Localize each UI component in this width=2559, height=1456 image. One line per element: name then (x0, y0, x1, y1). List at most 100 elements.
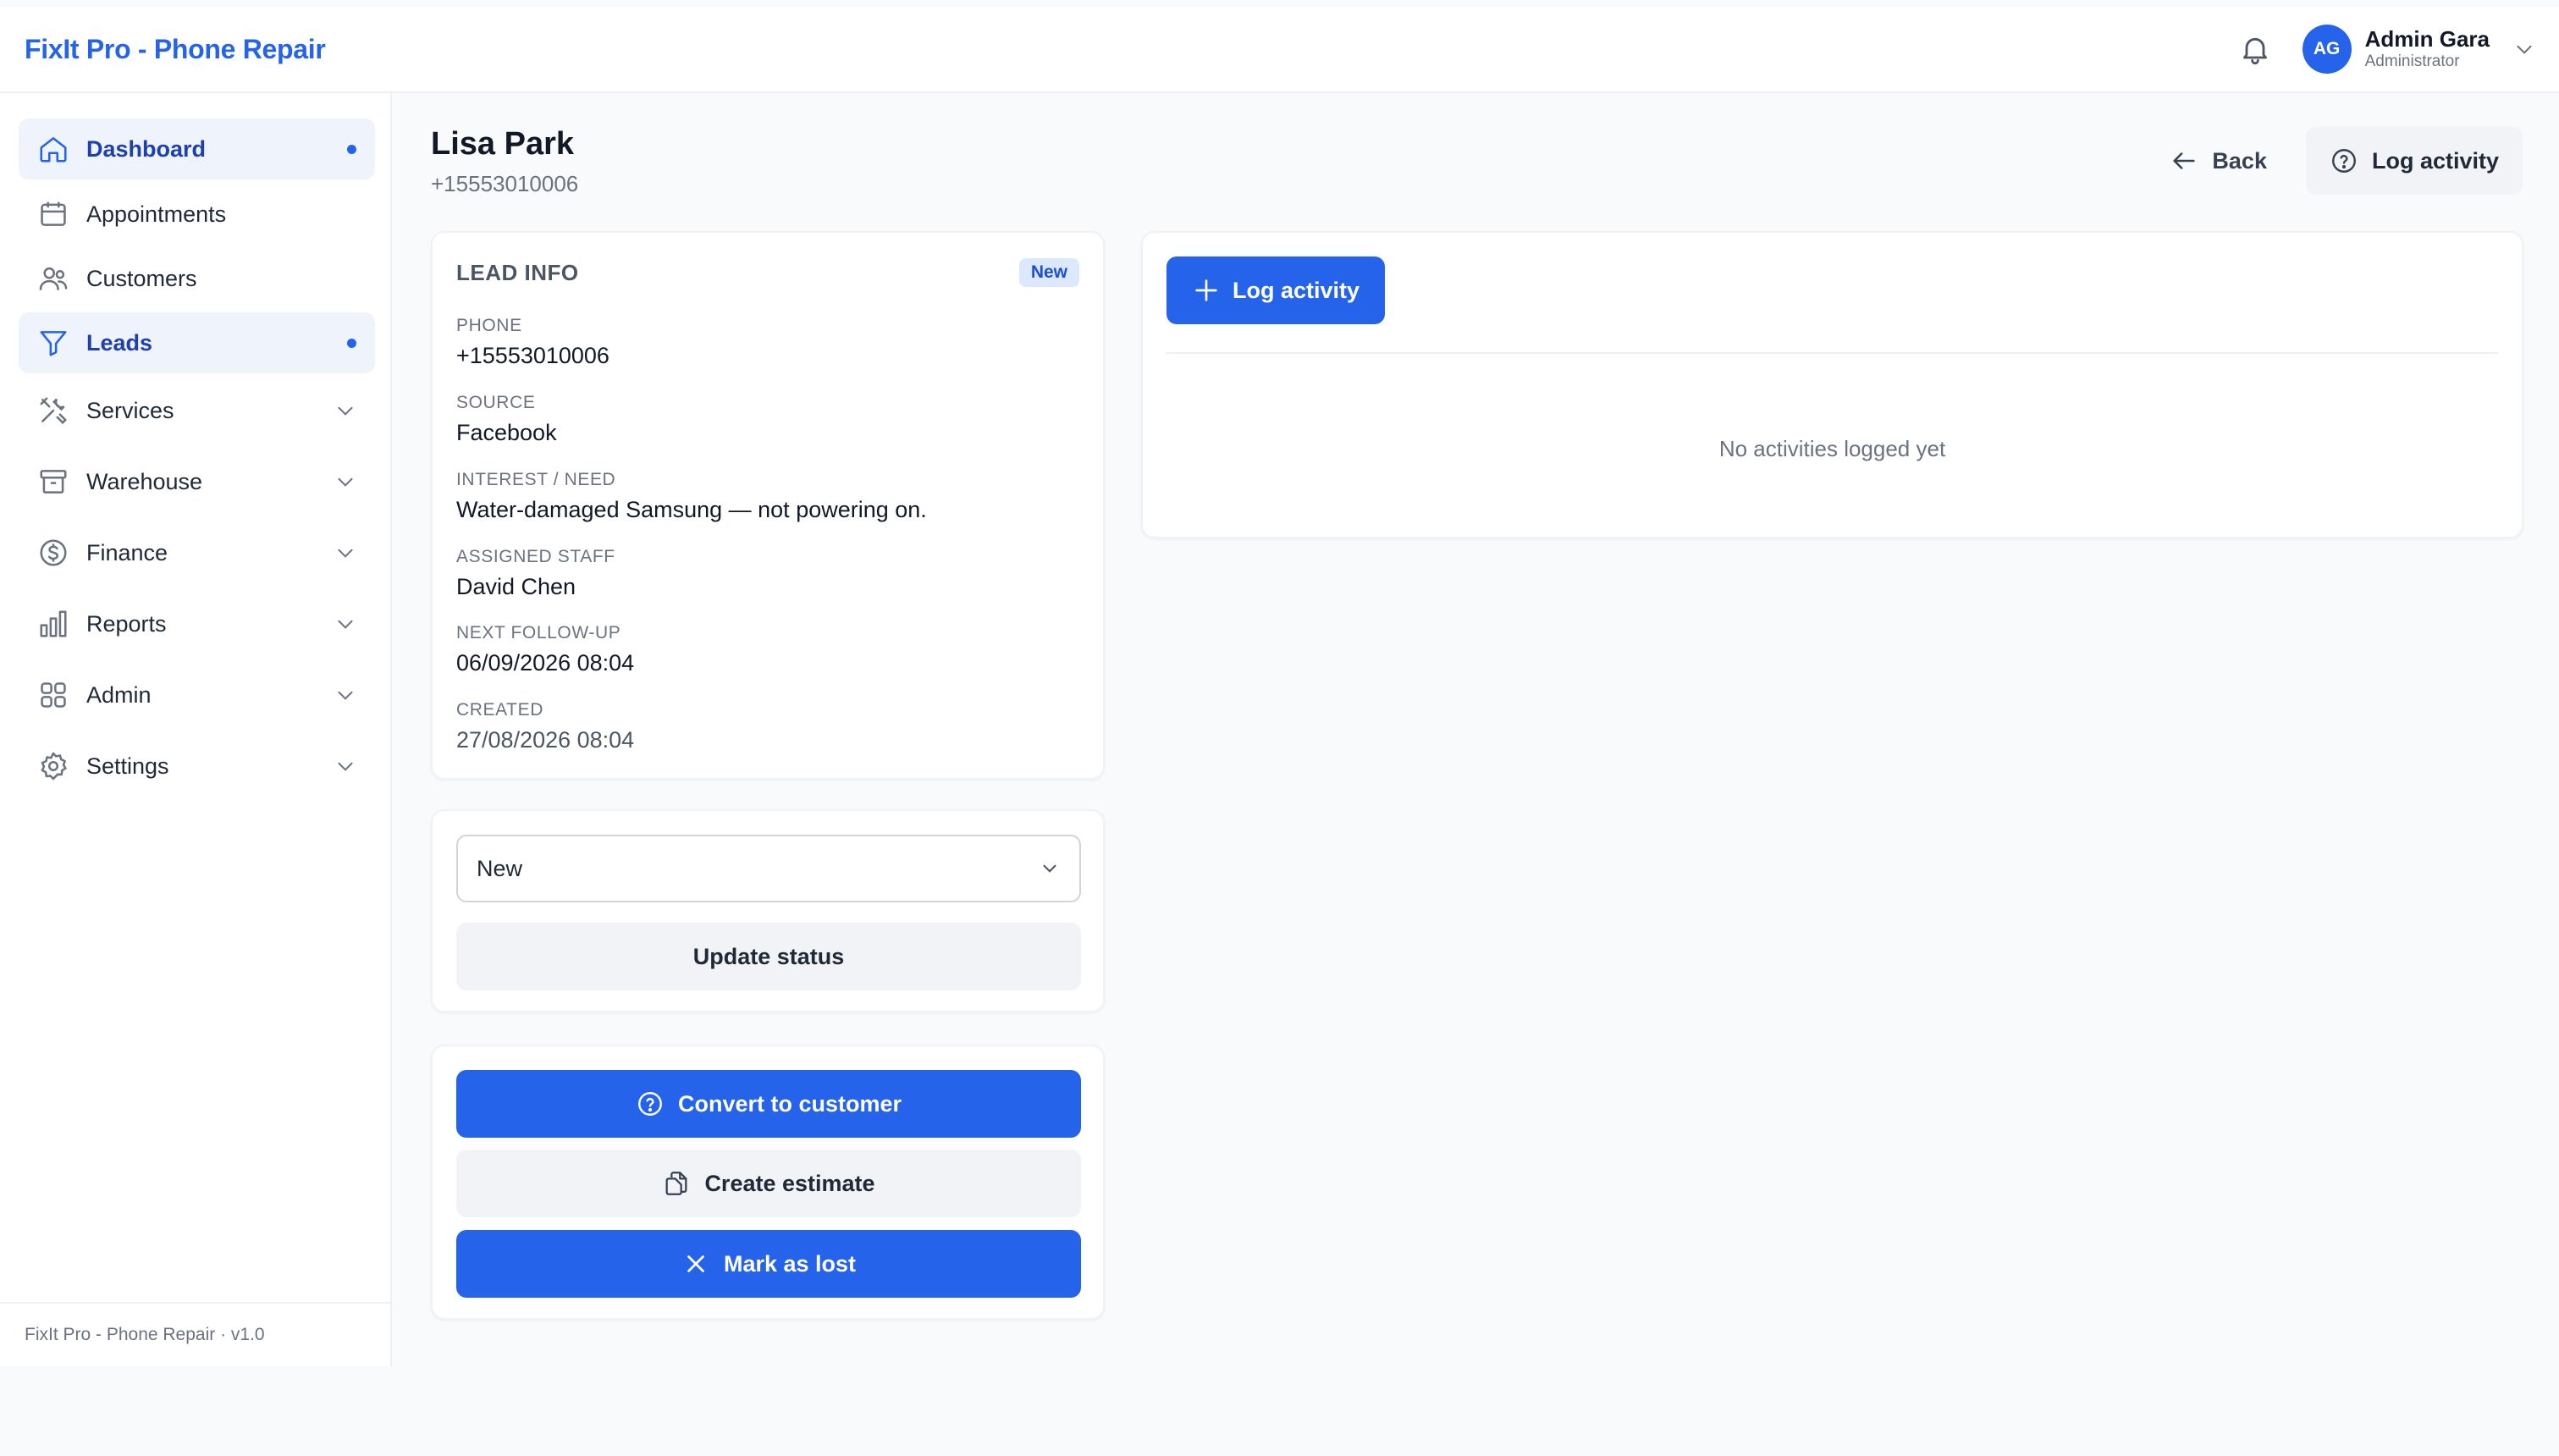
close-icon (681, 1249, 710, 1278)
sidebar-item-label: Warehouse (86, 468, 203, 494)
archive-icon (37, 466, 69, 498)
sidebar-item-label: Admin (86, 681, 152, 708)
help-circle-icon (636, 1089, 665, 1118)
field-assigned-staff: ASSIGNED STAFF David Chen (456, 545, 615, 603)
sidebar-item-reports[interactable]: Reports (19, 593, 375, 654)
sidebar-item-dashboard[interactable]: Dashboard (19, 119, 375, 179)
plus-icon (1192, 276, 1221, 305)
calendar-icon (37, 198, 69, 230)
sidebar-item-appointments[interactable]: Appointments (19, 184, 375, 245)
back-button[interactable]: Back (2148, 127, 2289, 195)
sidebar-item-services[interactable]: Services (19, 380, 375, 441)
sidebar-item-label: Dashboard (86, 135, 207, 162)
lead-info-header: LEAD INFO New (456, 258, 1079, 287)
estimate-label: Create estimate (704, 1170, 875, 1196)
sidebar-item-warehouse[interactable]: Warehouse (19, 451, 375, 512)
lead-info-title: LEAD INFO (456, 259, 579, 285)
field-created: CREATED 27/08/2026 08:04 (456, 698, 634, 756)
log-activity-button[interactable]: Log activity (1166, 256, 1386, 324)
status-select-value: New (477, 855, 523, 881)
chevron-down-icon (334, 542, 356, 564)
lead-actions-card: Convert to customer Create estimate Mark… (431, 1045, 1105, 1320)
chevron-down-icon (334, 471, 356, 493)
sidebar-item-admin[interactable]: Admin (19, 665, 375, 725)
chevron-down-icon (334, 684, 356, 706)
status-badge: New (1018, 258, 1079, 287)
sidebar: Dashboard Appointments Customers Leads S… (0, 93, 392, 1366)
field-source: SOURCE Facebook (456, 391, 557, 449)
field-label: NEXT FOLLOW-UP (456, 623, 621, 643)
log-activity-header-button[interactable]: Log activity (2305, 127, 2523, 195)
sidebar-item-settings[interactable]: Settings (19, 736, 375, 797)
gear-icon (37, 750, 69, 782)
empty-state-text: No activities logged yet (1718, 436, 1946, 461)
field-phone: PHONE +15553010006 (456, 314, 609, 372)
sidebar-item-label: Customers (86, 265, 197, 291)
sidebar-item-label: Leads (86, 329, 153, 356)
user-role: Administrator (2364, 52, 2460, 70)
field-value: Water-damaged Samsung — not powering on. (456, 497, 927, 522)
field-label: INTEREST / NEED (456, 470, 616, 489)
log-activity-label: Log activity (2371, 147, 2499, 174)
avatar[interactable]: AG (2302, 25, 2352, 74)
status-card: New Update status (431, 809, 1105, 1012)
chevron-down-icon (334, 613, 356, 635)
field-label: ASSIGNED STAFF (456, 547, 615, 566)
page-title: Lisa Park (431, 126, 574, 162)
bell-icon[interactable] (2238, 32, 2272, 66)
field-label: SOURCE (456, 393, 536, 412)
create-estimate-button[interactable]: Create estimate (456, 1150, 1081, 1217)
sidebar-item-label: Settings (86, 753, 169, 779)
sidebar-item-leads[interactable]: Leads (19, 312, 375, 373)
mark-as-lost-button[interactable]: Mark as lost (456, 1230, 1081, 1298)
field-interest: INTEREST / NEED Water-damaged Samsung — … (456, 468, 927, 526)
active-dot (347, 338, 356, 348)
user-area: AG Admin Gara Administrator (2238, 25, 2535, 74)
sidebar-item-label: Services (86, 397, 174, 423)
copy-icon (662, 1169, 691, 1198)
field-label: PHONE (456, 316, 522, 335)
status-select[interactable]: New (456, 835, 1081, 902)
app-brand[interactable]: FixIt Pro - Phone Repair (25, 34, 326, 65)
arrow-left-icon (2170, 146, 2198, 175)
help-circle-icon (2330, 146, 2358, 175)
convert-label: Convert to customer (677, 1090, 902, 1117)
field-value: +15553010006 (456, 343, 609, 368)
field-next-follow-up: NEXT FOLLOW-UP 06/09/2026 08:04 (456, 621, 634, 679)
funnel-icon (37, 327, 69, 359)
sidebar-item-label: Appointments (86, 201, 227, 227)
sidebar-item-label: Finance (86, 539, 168, 565)
activity-divider (1166, 352, 2498, 354)
users-icon (37, 262, 69, 295)
field-value: 06/09/2026 08:04 (456, 650, 635, 676)
page-subtitle: +15553010006 (431, 171, 579, 196)
header-actions: Back Log activity (2148, 127, 2523, 195)
sidebar-item-label: Reports (86, 610, 167, 637)
field-label: CREATED (456, 700, 543, 720)
back-label: Back (2212, 147, 2267, 174)
convert-to-customer-button[interactable]: Convert to customer (456, 1070, 1081, 1138)
user-info[interactable]: Admin Gara Administrator (2365, 26, 2490, 72)
page-header: Lisa Park +15553010006 (431, 125, 578, 197)
chevron-down-icon (334, 755, 356, 777)
lost-label: Mark as lost (723, 1250, 857, 1277)
grid-icon (37, 679, 69, 711)
active-dot (347, 144, 356, 154)
field-value: Facebook (456, 420, 557, 445)
chevron-down-icon (1039, 858, 1061, 880)
home-icon (37, 133, 69, 165)
top-bar: FixIt Pro - Phone Repair AG Admin Gara A… (0, 7, 2559, 93)
lead-info-card: LEAD INFO New PHONE +15553010006 SOURCE … (431, 231, 1105, 780)
sidebar-item-finance[interactable]: Finance (19, 522, 375, 583)
user-name: Admin Gara (2364, 26, 2490, 52)
tools-icon (37, 394, 69, 427)
chevron-down-icon (334, 400, 356, 422)
field-value: David Chen (456, 574, 576, 599)
sidebar-item-customers[interactable]: Customers (19, 248, 375, 309)
field-value: 27/08/2026 08:04 (456, 727, 635, 753)
bar-chart-icon (37, 608, 69, 640)
log-activity-label: Log activity (1233, 277, 1360, 303)
dollar-icon (37, 537, 69, 569)
chevron-down-icon[interactable] (2513, 38, 2535, 60)
update-status-button[interactable]: Update status (456, 923, 1081, 990)
